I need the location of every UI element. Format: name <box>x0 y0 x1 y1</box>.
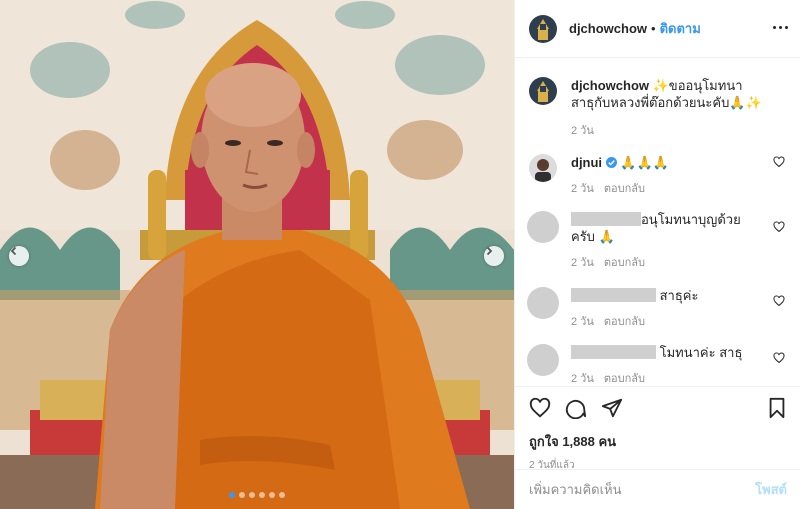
avatar-image <box>529 154 557 182</box>
avatar-image <box>529 14 557 43</box>
follow-button[interactable]: ติดตาม <box>660 18 701 39</box>
comment-like-button[interactable] <box>773 156 785 171</box>
comment-item: สาธุค่ะ 2 วัน ตอบกลับ <box>527 287 787 330</box>
comment-item: อนุโมทนาบุญด้วยครับ 🙏 2 วัน ตอบกลับ <box>527 211 787 271</box>
reply-button[interactable]: ตอบกลับ <box>604 179 645 197</box>
redacted-username <box>571 212 641 226</box>
comment-text: โมทนาค่ะ สาธุ <box>659 345 743 360</box>
post-side-panel: djchowchow • ติดตาม djchowchow ✨ขออนุโมท… <box>514 0 800 509</box>
bookmark-icon[interactable] <box>767 397 787 419</box>
heart-icon <box>773 221 785 233</box>
comment-like-button[interactable] <box>773 295 785 310</box>
caption-author-avatar[interactable] <box>529 77 557 105</box>
comment-like-button[interactable] <box>773 221 785 236</box>
comment-time[interactable]: 2 วัน <box>571 312 594 330</box>
verified-badge-icon <box>605 157 617 168</box>
more-options-icon[interactable] <box>773 26 788 29</box>
carousel-dot <box>269 492 275 498</box>
reply-button[interactable]: ตอบกลับ <box>604 253 645 271</box>
comment-item: โมทนาค่ะ สาธุ 2 วัน ตอบกลับ <box>527 344 787 385</box>
post-comment-button[interactable]: โพสต์ <box>755 479 787 500</box>
header-separator: • <box>651 21 656 36</box>
caption-item: djchowchow ✨ขออนุโมทนาสาธุกับหลวงพี่ต๊อก… <box>529 77 787 139</box>
comment-item: djnui 🙏🙏🙏 2 วัน ตอบกลับ <box>529 154 787 197</box>
heart-icon <box>773 295 785 307</box>
comment-text: 🙏🙏🙏 <box>620 155 669 170</box>
post-header: djchowchow • ติดตาม <box>515 0 800 58</box>
comment-avatar-redacted[interactable] <box>527 344 559 376</box>
reply-button[interactable]: ตอบกลับ <box>604 312 645 330</box>
carousel-dot <box>249 492 255 498</box>
carousel-dot <box>239 492 245 498</box>
comment-time[interactable]: 2 วัน <box>571 179 594 197</box>
chevron-left-icon <box>10 246 17 256</box>
post-photo[interactable] <box>0 0 514 509</box>
paper-plane-icon[interactable] <box>601 397 623 419</box>
reply-button[interactable]: ตอบกลับ <box>604 369 645 385</box>
redacted-username <box>571 345 656 359</box>
comment-composer: เพิ่มความคิดเห็น โพสต์ <box>515 469 800 509</box>
redacted-username <box>571 288 656 302</box>
caption-username[interactable]: djchowchow <box>571 78 649 93</box>
author-avatar[interactable] <box>529 14 557 43</box>
chevron-right-icon <box>486 246 493 256</box>
post-actions: ถูกใจ 1,888 คน 2 วันที่แล้ว <box>515 386 800 471</box>
carousel-prev-button[interactable] <box>9 246 29 266</box>
comment-time[interactable]: 2 วัน <box>571 369 594 385</box>
comment-avatar-redacted[interactable] <box>527 287 559 319</box>
heart-icon[interactable] <box>529 397 551 419</box>
carousel-next-button[interactable] <box>484 246 504 266</box>
comment-time[interactable]: 2 วัน <box>571 253 594 271</box>
comment-text: สาธุค่ะ <box>659 288 699 303</box>
comment-avatar-redacted[interactable] <box>527 211 559 243</box>
carousel-indicator <box>0 492 514 498</box>
caption-time[interactable]: 2 วัน <box>571 121 594 139</box>
author-username[interactable]: djchowchow <box>569 21 647 36</box>
comment-like-button[interactable] <box>773 352 785 367</box>
carousel-dot <box>259 492 265 498</box>
comment-username[interactable]: djnui <box>571 155 602 170</box>
avatar-image <box>529 77 557 105</box>
photo-illustration <box>0 0 514 509</box>
carousel-dot <box>279 492 285 498</box>
comment-input[interactable]: เพิ่มความคิดเห็น <box>529 479 622 500</box>
like-count[interactable]: ถูกใจ 1,888 คน <box>529 431 787 452</box>
comment-icon[interactable] <box>565 397 587 419</box>
comments-list[interactable]: djchowchow ✨ขออนุโมทนาสาธุกับหลวงพี่ต๊อก… <box>515 59 800 385</box>
carousel-dot <box>229 492 235 498</box>
heart-icon <box>773 156 785 168</box>
comment-avatar[interactable] <box>529 154 557 182</box>
heart-icon <box>773 352 785 364</box>
